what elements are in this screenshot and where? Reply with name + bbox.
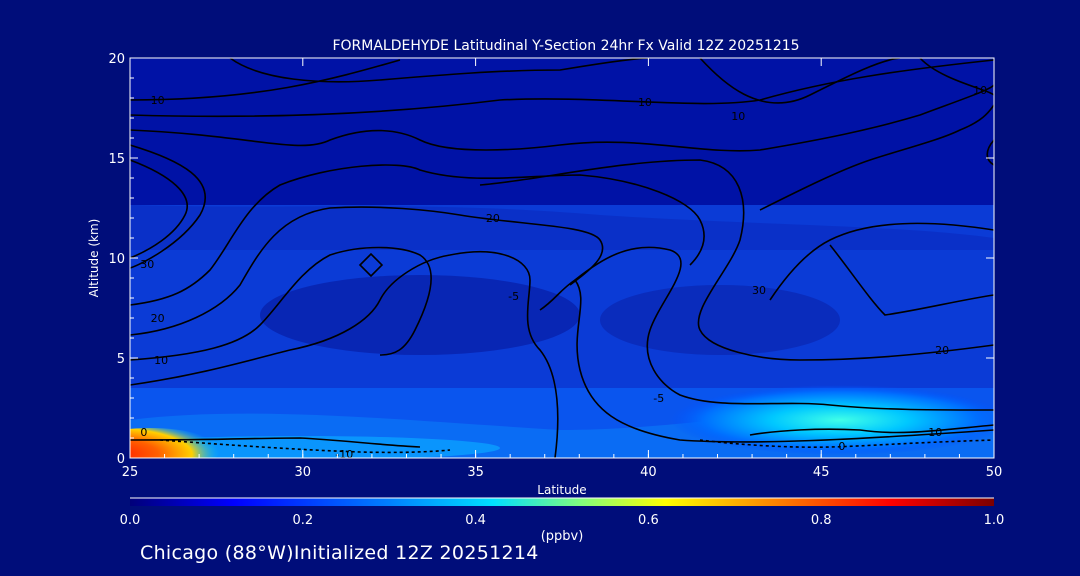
x-tick-label: 45 (813, 465, 830, 480)
y-tick-label: 0 (117, 452, 125, 467)
x-axis-label: Latitude (537, 483, 586, 497)
chart-title: FORMALDEHYDE Latitudinal Y-Section 24hr … (332, 38, 799, 54)
colorbar-tick-label: 0.0 (120, 513, 141, 528)
x-tick-label: 25 (122, 465, 139, 480)
y-tick-label: 10 (108, 252, 125, 267)
field-midlevel-minimum (260, 275, 580, 355)
contour-label: 10 (973, 84, 987, 97)
y-tick-label: 5 (117, 352, 125, 367)
footer-location-init: Chicago (88°W)Initialized 12Z 20251214 (140, 542, 539, 564)
field-midlevel-minimum-2 (600, 285, 840, 355)
contour-label: 10 (928, 426, 942, 439)
colorbar-tick-label: 0.6 (638, 513, 659, 528)
y-tick-label: 15 (108, 152, 125, 167)
contour-label: 20 (486, 212, 500, 225)
contour-label: 10 (151, 94, 165, 107)
colorbar-tick-label: 0.2 (292, 513, 313, 528)
x-tick-label: 35 (467, 465, 484, 480)
contour-label: 20 (935, 344, 949, 357)
x-tick-label: 40 (640, 465, 657, 480)
colorbar-ticks: 0.0 0.2 0.4 0.6 0.8 1.0 (120, 513, 1005, 528)
contour-label: 20 (151, 312, 165, 325)
contour-label: 10 (731, 110, 745, 123)
field-stratosphere (130, 58, 994, 218)
contour-label: -10 (335, 448, 353, 461)
field-southern-hotspot (130, 428, 220, 458)
colorbar (130, 498, 994, 506)
contour-label: 10 (638, 96, 652, 109)
contour-label: 30 (140, 258, 154, 271)
contour-label: -5 (653, 392, 664, 405)
y-axis-label: Altitude (km) (87, 219, 101, 298)
contour-label: 30 (752, 284, 766, 297)
x-tick-label: 50 (986, 465, 1003, 480)
colorbar-label: (ppbv) (541, 529, 584, 544)
chart: 10 10 10 10 20 30 20 10 0 -10 -5 -5 30 20 10 0 25 30 35 40… (87, 38, 1005, 544)
colorbar-tick-label: 0.8 (811, 513, 832, 528)
y-tick-label: 20 (108, 52, 125, 67)
contour-label: 0 (838, 440, 845, 453)
contour-label: 10 (154, 354, 168, 367)
colorbar-tick-label: 0.4 (465, 513, 486, 528)
colorbar-tick-label: 1.0 (984, 513, 1005, 528)
x-tick-label: 30 (295, 465, 312, 480)
contour-label: -5 (508, 290, 519, 303)
field-layers (130, 58, 994, 458)
contour-label: 0 (140, 426, 147, 439)
